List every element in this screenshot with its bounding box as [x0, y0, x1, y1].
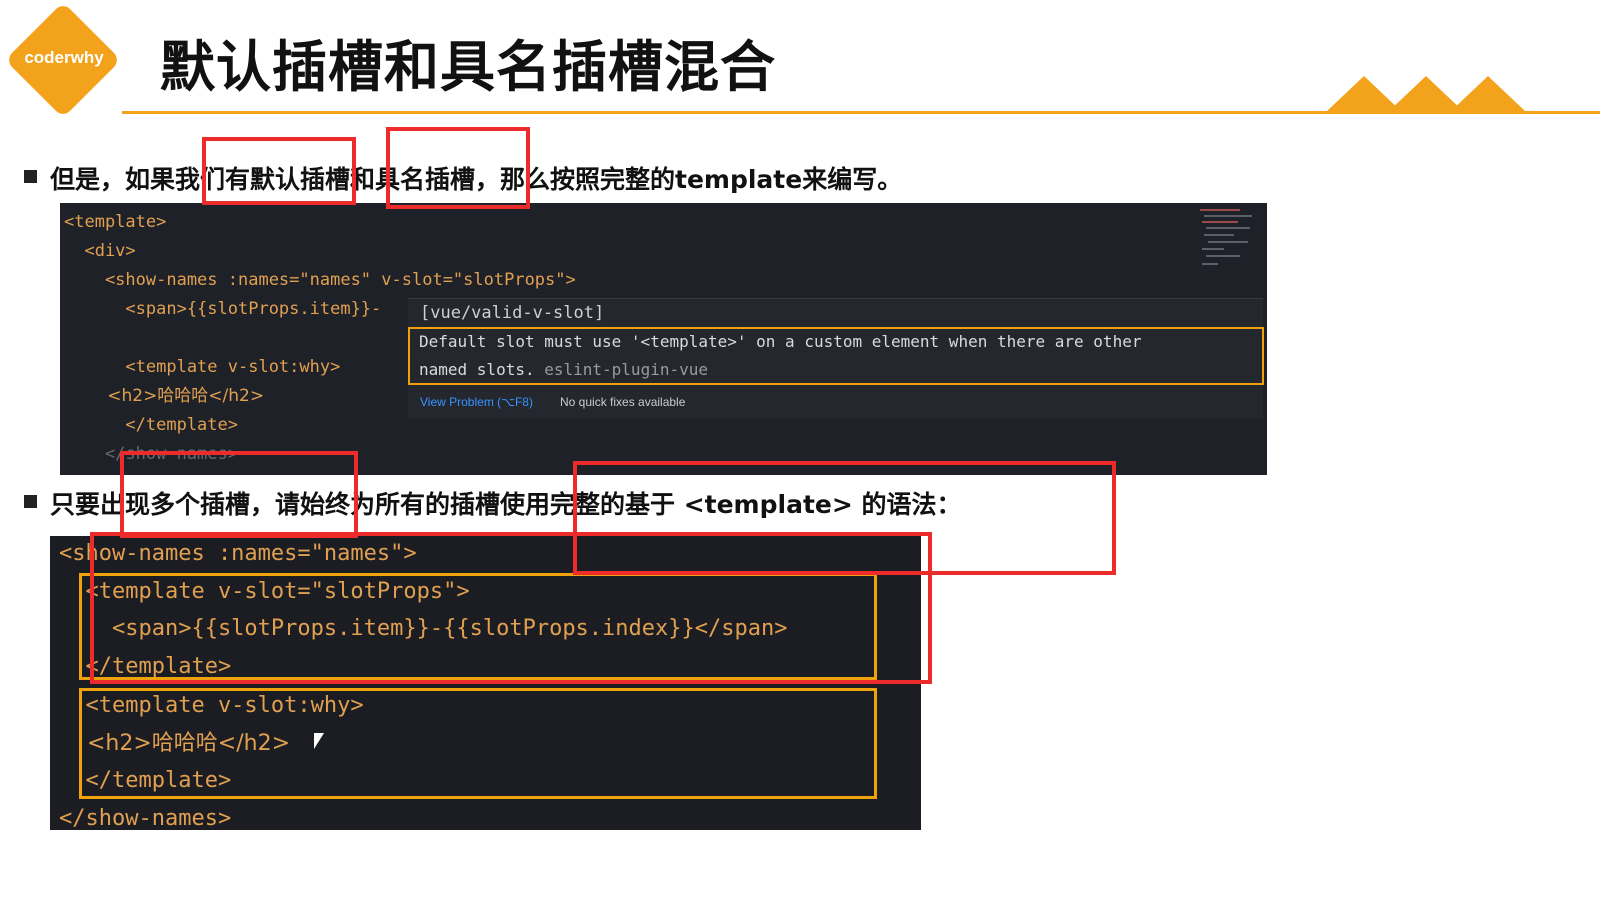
mouse-cursor-icon	[314, 733, 324, 749]
annotation-box	[202, 137, 356, 205]
named-slot-highlight	[79, 688, 877, 799]
lint-message: Default slot must use '<template>' on a …	[419, 332, 1142, 379]
bullet-marker	[24, 495, 37, 508]
lint-rule: [vue/valid-v-slot]	[420, 303, 605, 323]
editor-minimap[interactable]	[1200, 207, 1260, 277]
code-line: </show-names>	[59, 805, 232, 831]
code-line: <show-names :names="names" v-slot="slotP…	[64, 270, 576, 290]
code-line: <template>	[64, 212, 167, 232]
annotation-box	[120, 451, 358, 538]
bullet-marker	[24, 170, 37, 183]
no-quick-fixes-text: No quick fixes available	[560, 395, 686, 409]
mountain-decoration	[1450, 76, 1526, 112]
lint-source: eslint-plugin-vue	[544, 360, 708, 379]
view-problem-link[interactable]: View Problem (⌥F8)	[420, 395, 533, 409]
annotation-box	[386, 127, 530, 209]
logo-text: coderwhy	[24, 48, 104, 67]
code-line: <div>	[64, 241, 136, 261]
annotation-box	[90, 532, 932, 684]
page-title: 默认插槽和具名插槽混合	[160, 35, 777, 99]
